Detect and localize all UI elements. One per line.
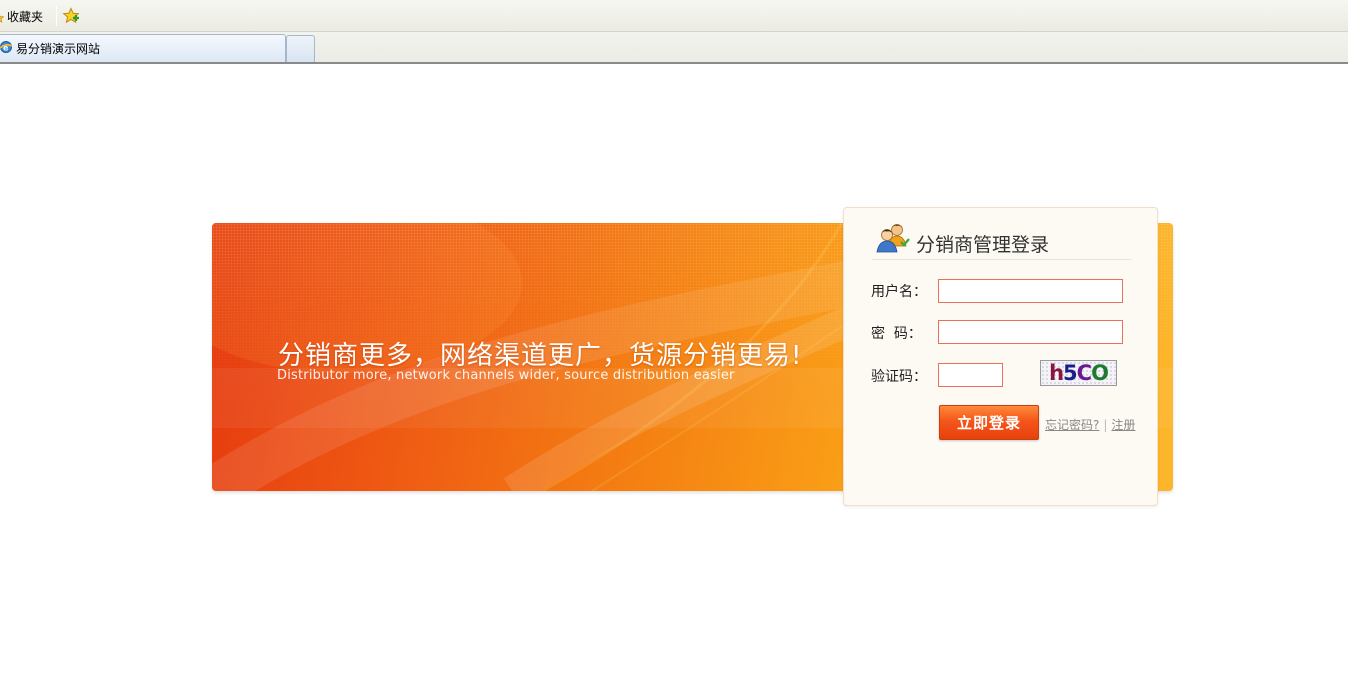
captcha-input[interactable]: [938, 363, 1003, 387]
login-title: 分销商管理登录: [916, 234, 1050, 256]
tab-current-site[interactable]: e 易分销演示网站: [0, 34, 286, 62]
favorites-star-icon: [0, 12, 5, 23]
captcha-image[interactable]: h 5 C O: [1040, 360, 1117, 386]
link-separator: |: [1103, 418, 1108, 432]
tab-bar: e 易分销演示网站: [0, 32, 1348, 64]
captcha-char: 5: [1063, 361, 1078, 385]
forgot-password-link[interactable]: 忘记密码?: [1045, 418, 1099, 432]
favorites-divider: [56, 6, 57, 26]
favorites-label: 收藏夹: [7, 10, 44, 24]
banner-subline: Distributor more, network channels wider…: [277, 368, 735, 383]
add-to-favorites-icon[interactable]: [62, 7, 80, 25]
username-input[interactable]: [938, 279, 1123, 303]
captcha-char: O: [1091, 361, 1109, 385]
banner-headline: 分销商更多，网络渠道更广，货源分销更易!: [278, 341, 803, 371]
favorites-bar: 收藏夹: [0, 0, 1348, 32]
account-links: 忘记密码? | 注册: [1045, 416, 1135, 433]
captcha-char: h: [1049, 361, 1064, 385]
captcha-label: 验证码：: [871, 369, 927, 385]
login-button[interactable]: 立即登录: [939, 405, 1039, 440]
login-panel: 分销商管理登录 用户名： 密 码： 验证码： h 5 C O 立即登录 忘记密码…: [843, 207, 1158, 506]
username-label: 用户名：: [871, 284, 927, 300]
ie-page-icon: e: [0, 40, 13, 57]
favorites-menu[interactable]: 收藏夹: [0, 8, 43, 25]
register-link[interactable]: 注册: [1111, 418, 1135, 432]
tab-title: 易分销演示网站: [16, 42, 101, 56]
new-tab-button[interactable]: [286, 35, 315, 62]
password-label: 密 码：: [871, 326, 922, 342]
svg-text:e: e: [3, 44, 9, 53]
users-icon: [876, 222, 910, 254]
captcha-char: C: [1076, 361, 1092, 385]
password-input[interactable]: [938, 320, 1123, 344]
login-panel-header: 分销商管理登录: [872, 220, 1132, 260]
